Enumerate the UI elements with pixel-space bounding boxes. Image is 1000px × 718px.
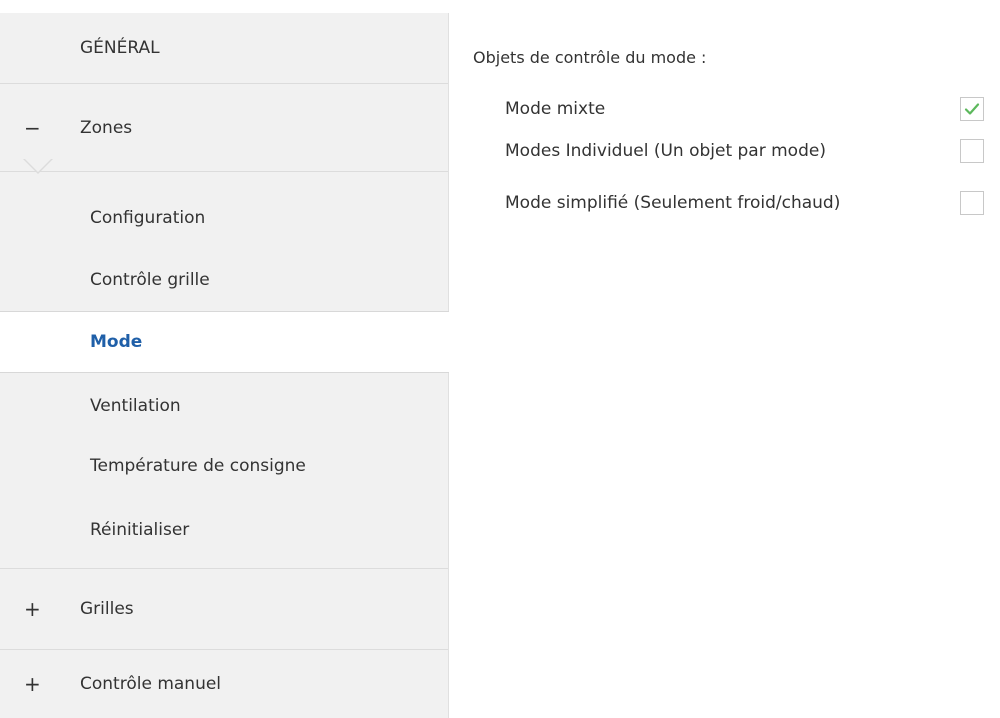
sidebar-item-label: GÉNÉRAL [80,38,160,58]
top-margin [0,0,1000,13]
sidebar-item-label: Grilles [80,599,134,619]
mode-mixte-checkbox[interactable] [960,97,984,121]
mode-simplifie-checkbox[interactable] [960,191,984,215]
divider [0,568,448,569]
app-window: GÉNÉRAL − Zones Configuration Contrôle g… [0,0,1000,718]
sidebar-item-label: Mode [90,332,143,352]
expanded-notch [24,158,52,172]
option-label: Mode simplifié (Seulement froid/chaud) [505,193,841,213]
sidebar-subitem-temperature-consigne[interactable]: Température de consigne [0,436,448,496]
section-title: Objets de contrôle du mode : [473,48,707,67]
sidebar-item-label: Configuration [90,208,206,228]
option-mode-mixte: Mode mixte [505,95,1000,125]
option-mode-simplifie: Mode simplifié (Seulement froid/chaud) [505,189,1000,219]
sidebar-item-label: Zones [80,118,133,138]
option-label: Mode mixte [505,99,606,119]
sidebar-item-label: Contrôle manuel [80,674,222,694]
expand-icon[interactable]: + [24,674,41,694]
sidebar-item-general[interactable]: GÉNÉRAL [0,13,448,83]
divider [0,171,448,172]
sidebar-item-label: Ventilation [90,396,181,416]
sidebar-item-zones[interactable]: − Zones [0,84,448,172]
sidebar-item-grilles[interactable]: + Grilles [0,569,448,649]
content-panel: Objets de contrôle du mode : Mode mixte … [449,13,1000,718]
sidebar-subitem-mode[interactable]: Mode [0,311,449,373]
collapse-icon[interactable]: − [24,118,41,138]
sidebar-item-label: Contrôle grille [90,270,210,290]
divider [0,649,448,650]
option-label: Modes Individuel (Un objet par mode) [505,141,826,161]
sidebar-subitem-ventilation[interactable]: Ventilation [0,376,448,436]
sidebar-subitem-reinitialiser[interactable]: Réinitialiser [0,500,448,560]
sidebar-item-label: Réinitialiser [90,520,190,540]
sidebar-subitem-configuration[interactable]: Configuration [0,188,448,248]
option-modes-individuel: Modes Individuel (Un objet par mode) [505,137,1000,167]
sidebar-subitem-controle-grille[interactable]: Contrôle grille [0,250,448,310]
expand-icon[interactable]: + [24,599,41,619]
modes-individuel-checkbox[interactable] [960,139,984,163]
sidebar-item-label: Température de consigne [90,456,306,476]
sidebar-item-controle-manuel[interactable]: + Contrôle manuel [0,650,448,718]
checkmark-icon [964,103,980,115]
